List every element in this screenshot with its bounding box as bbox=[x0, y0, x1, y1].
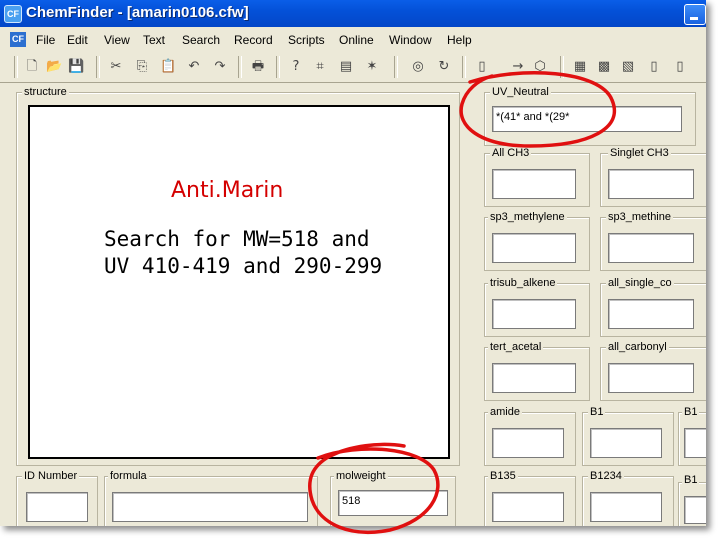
id-number-field[interactable] bbox=[26, 492, 88, 522]
print-icon[interactable]: 🖶 bbox=[250, 59, 266, 75]
id-number-label: ID Number bbox=[22, 470, 80, 482]
menu-scripts[interactable]: Scripts bbox=[288, 33, 325, 47]
undo-icon[interactable]: ↶ bbox=[186, 59, 202, 75]
ring-icon[interactable]: ⬡ bbox=[532, 59, 548, 75]
table-icon[interactable]: ▤ bbox=[338, 59, 354, 75]
cut-icon[interactable]: ✂ bbox=[108, 59, 124, 75]
b1-second-field[interactable] bbox=[684, 496, 706, 524]
b135-field[interactable] bbox=[492, 492, 564, 522]
sp3-methine-label: sp3_methine bbox=[606, 211, 673, 223]
all-ch3-label: All CH3 bbox=[490, 147, 532, 159]
doc-icon[interactable]: ▯ bbox=[646, 59, 662, 75]
all-carbonyl-label: all_carbonyl bbox=[606, 341, 669, 353]
form-list-icon[interactable]: ▦ bbox=[572, 59, 588, 75]
molweight-label: molweight bbox=[334, 470, 388, 482]
structure-title: Anti.Marin bbox=[171, 178, 284, 203]
window-title: ChemFinder - [amarin0106.cfw] bbox=[26, 4, 249, 21]
search-note-line-2: UV 410-419 and 290-299 bbox=[104, 254, 383, 278]
b1-extra-field[interactable] bbox=[684, 428, 706, 458]
b1-second-label: B1 bbox=[682, 474, 700, 486]
all-single-co-field[interactable] bbox=[608, 299, 694, 329]
tert-acetal-label: tert_acetal bbox=[488, 341, 544, 353]
menu-text[interactable]: Text bbox=[143, 33, 165, 47]
toolbar-separator bbox=[462, 56, 466, 78]
sp3-methylene-field[interactable] bbox=[492, 233, 576, 263]
menu-online[interactable]: Online bbox=[339, 33, 374, 47]
formula-label: formula bbox=[108, 470, 149, 482]
amide-label: amide bbox=[488, 406, 522, 418]
sp3-methylene-label: sp3_methylene bbox=[488, 211, 567, 223]
b1-extra-label: B1 bbox=[682, 406, 700, 418]
b135-label: B135 bbox=[488, 470, 518, 482]
amide-field[interactable] bbox=[492, 428, 564, 458]
menu-file[interactable]: File bbox=[36, 33, 55, 47]
formula-field[interactable] bbox=[112, 492, 308, 522]
save-icon[interactable]: 💾 bbox=[68, 59, 84, 75]
menu-view[interactable]: View bbox=[104, 33, 130, 47]
help-icon[interactable]: ? bbox=[288, 59, 304, 75]
rotate-icon[interactable]: ↻ bbox=[436, 59, 452, 75]
b1234-field[interactable] bbox=[590, 492, 662, 522]
chemfinder-app-icon[interactable]: CF bbox=[4, 5, 22, 23]
molweight-field[interactable]: 518 bbox=[338, 490, 448, 516]
structure-box[interactable] bbox=[28, 105, 450, 459]
minimize-button[interactable] bbox=[684, 4, 706, 25]
sp3-methine-field[interactable] bbox=[608, 233, 694, 263]
redo-icon[interactable]: ↷ bbox=[212, 59, 228, 75]
b1234-label: B1234 bbox=[588, 470, 624, 482]
structure-label: structure bbox=[22, 86, 69, 98]
trisub-alkene-field[interactable] bbox=[492, 299, 576, 329]
uv-neutral-field[interactable]: *(41* and *(29* bbox=[492, 106, 682, 132]
singlet-ch3-label: Singlet CH3 bbox=[608, 147, 671, 159]
singlet-ch3-field[interactable] bbox=[608, 169, 694, 199]
search-note-line-1: Search for MW=518 and bbox=[104, 227, 370, 251]
menu-record[interactable]: Record bbox=[234, 33, 273, 47]
tert-acetal-field[interactable] bbox=[492, 363, 576, 393]
chemfinder-window: CF ChemFinder - [amarin0106.cfw] CF File… bbox=[0, 0, 706, 526]
toolbar: 🗋 📂 💾 ✂ ⎘ 📋 ↶ ↷ 🖶 ? ⌗ ▤ ✶ ◎ ↻ ▯ → ⬡ ▦ ▩ … bbox=[0, 52, 706, 83]
search-note: Search for MW=518 and UV 410-419 and 290… bbox=[104, 226, 382, 280]
b1-label: B1 bbox=[588, 406, 606, 418]
menu-search[interactable]: Search bbox=[182, 33, 220, 47]
form-edit-icon[interactable]: ▩ bbox=[596, 59, 612, 75]
form-new-icon[interactable]: ▧ bbox=[620, 59, 636, 75]
all-single-co-label: all_single_co bbox=[606, 277, 674, 289]
wizard-icon[interactable]: ✶ bbox=[364, 59, 380, 75]
doc2-icon[interactable]: ▯ bbox=[672, 59, 688, 75]
arrow-icon[interactable]: → bbox=[510, 59, 526, 75]
new-icon[interactable]: 🗋 bbox=[24, 59, 40, 75]
toolbar-separator bbox=[560, 56, 564, 78]
menu-bar: CF File Edit View Text Search Record Scr… bbox=[0, 27, 706, 53]
toolbar-separator bbox=[394, 56, 398, 78]
toolbar-grip[interactable] bbox=[14, 56, 18, 78]
document-icon[interactable]: CF bbox=[10, 32, 26, 47]
fit-icon[interactable]: ⌗ bbox=[312, 59, 328, 75]
menu-edit[interactable]: Edit bbox=[67, 33, 88, 47]
eye-icon[interactable]: ◎ bbox=[410, 59, 426, 75]
toolbar-separator bbox=[96, 56, 100, 78]
menu-window[interactable]: Window bbox=[389, 33, 432, 47]
copy-icon[interactable]: ⎘ bbox=[134, 59, 150, 75]
title-bar[interactable]: CF ChemFinder - [amarin0106.cfw] bbox=[0, 0, 706, 27]
all-carbonyl-field[interactable] bbox=[608, 363, 694, 393]
form-icon[interactable]: ▯ bbox=[474, 59, 490, 75]
menu-help[interactable]: Help bbox=[447, 33, 472, 47]
all-ch3-field[interactable] bbox=[492, 169, 576, 199]
paste-icon[interactable]: 📋 bbox=[160, 59, 176, 75]
toolbar-separator bbox=[276, 56, 280, 78]
trisub-alkene-label: trisub_alkene bbox=[488, 277, 558, 289]
b1-field[interactable] bbox=[590, 428, 662, 458]
toolbar-separator bbox=[238, 56, 242, 78]
open-icon[interactable]: 📂 bbox=[46, 59, 62, 75]
uv-neutral-label: UV_Neutral bbox=[490, 86, 551, 98]
